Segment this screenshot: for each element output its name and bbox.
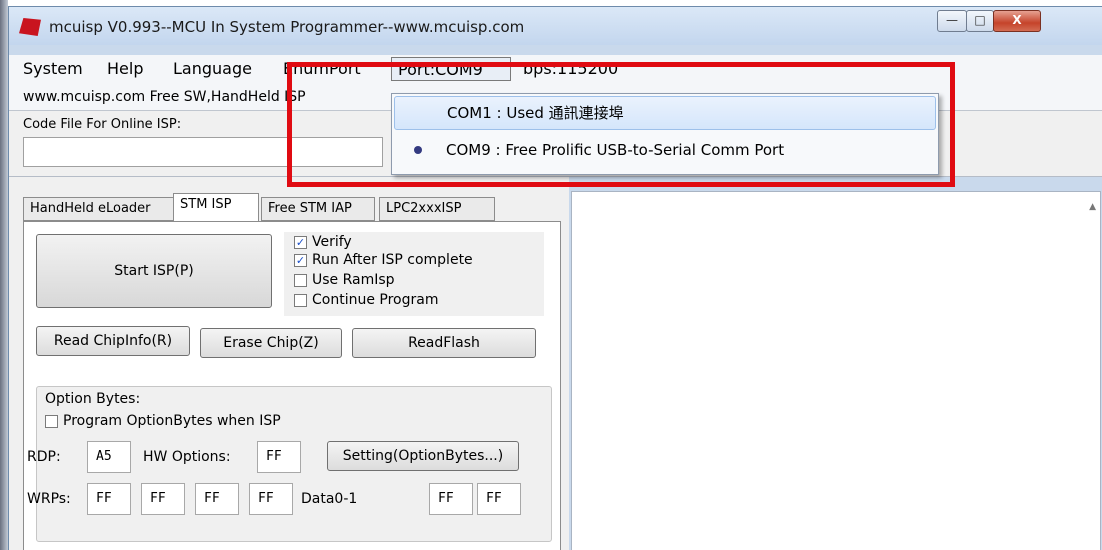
rdp-field[interactable]: A5 xyxy=(87,441,131,473)
empty-checkbox-icon xyxy=(45,415,58,428)
app-window: mcuisp V0.993--MCU In System Programmer-… xyxy=(8,6,1102,550)
data-field-0[interactable]: FF xyxy=(429,483,473,515)
run-after-label: Run After ISP complete xyxy=(312,252,473,268)
tab-lpc2xxxisp[interactable]: LPC2xxxISP xyxy=(379,197,495,221)
log-output[interactable]: ▲ xyxy=(571,191,1101,550)
tab-stm-isp[interactable]: STM ISP xyxy=(173,193,259,221)
info-text: www.mcuisp.com Free SW,HandHeld ISP xyxy=(23,89,306,105)
read-chipinfo-button[interactable]: Read ChipInfo(R) xyxy=(36,326,190,356)
continue-program-label: Continue Program xyxy=(312,292,439,308)
code-file-label: Code File For Online ISP: xyxy=(23,117,182,132)
data-field-1[interactable]: FF xyxy=(477,483,521,515)
isp-panel: HandHeld eLoader STM ISP Free STM IAP LP… xyxy=(9,177,569,550)
option-bytes-label: Option Bytes: xyxy=(45,391,141,407)
close-button[interactable]: X xyxy=(993,10,1041,32)
option-bytes-group: Option Bytes: Program OptionBytes when I… xyxy=(27,386,552,542)
wrp-field-2[interactable]: FF xyxy=(195,483,239,515)
title-bar: mcuisp V0.993--MCU In System Programmer-… xyxy=(9,7,1102,45)
isp-options: ✓ Verify ✓ Run After ISP complete Use RamI… xyxy=(284,232,544,316)
read-flash-button[interactable]: ReadFlash xyxy=(352,328,536,358)
window-title: mcuisp V0.993--MCU In System Programmer-… xyxy=(49,18,525,36)
use-ramisp-label: Use RamIsp xyxy=(312,272,395,288)
menu-help[interactable]: Help xyxy=(107,59,143,78)
verify-label: Verify xyxy=(312,234,352,250)
erase-chip-button[interactable]: Erase Chip(Z) xyxy=(200,328,342,358)
scroll-up-icon[interactable]: ▲ xyxy=(1089,202,1096,212)
check-icon: ✓ xyxy=(294,254,307,267)
program-optionbytes-label: Program OptionBytes when ISP xyxy=(63,413,281,429)
hw-options-label: HW Options: xyxy=(143,449,231,465)
tab-handheld-eloader[interactable]: HandHeld eLoader xyxy=(23,197,175,221)
highlight-annotation xyxy=(287,62,955,187)
app-logo-icon xyxy=(19,18,41,36)
tab-free-stm-iap[interactable]: Free STM IAP xyxy=(261,197,375,221)
wrp-field-1[interactable]: FF xyxy=(141,483,185,515)
hw-options-field[interactable]: FF xyxy=(257,441,301,473)
wrp-field-0[interactable]: FF xyxy=(87,483,131,515)
empty-checkbox-icon xyxy=(294,274,307,287)
setting-optionbytes-button[interactable]: Setting(OptionBytes...) xyxy=(327,441,519,471)
rdp-label: RDP: xyxy=(27,449,61,465)
minimize-button[interactable]: — xyxy=(937,10,967,32)
menu-language[interactable]: Language xyxy=(173,59,252,78)
start-isp-button[interactable]: Start ISP(P) xyxy=(36,234,272,308)
check-icon: ✓ xyxy=(294,236,307,249)
empty-checkbox-icon xyxy=(294,294,307,307)
desktop-edge xyxy=(0,0,8,550)
stm-isp-tab-body: Start ISP(P) ✓ Verify ✓ Run After ISP comp… xyxy=(23,221,561,550)
wrps-label: WRPs: xyxy=(27,491,71,507)
data-label: Data0-1 xyxy=(301,491,358,507)
menu-system[interactable]: System xyxy=(23,59,83,78)
wrp-field-3[interactable]: FF xyxy=(249,483,293,515)
maximize-button[interactable]: □ xyxy=(966,10,994,32)
